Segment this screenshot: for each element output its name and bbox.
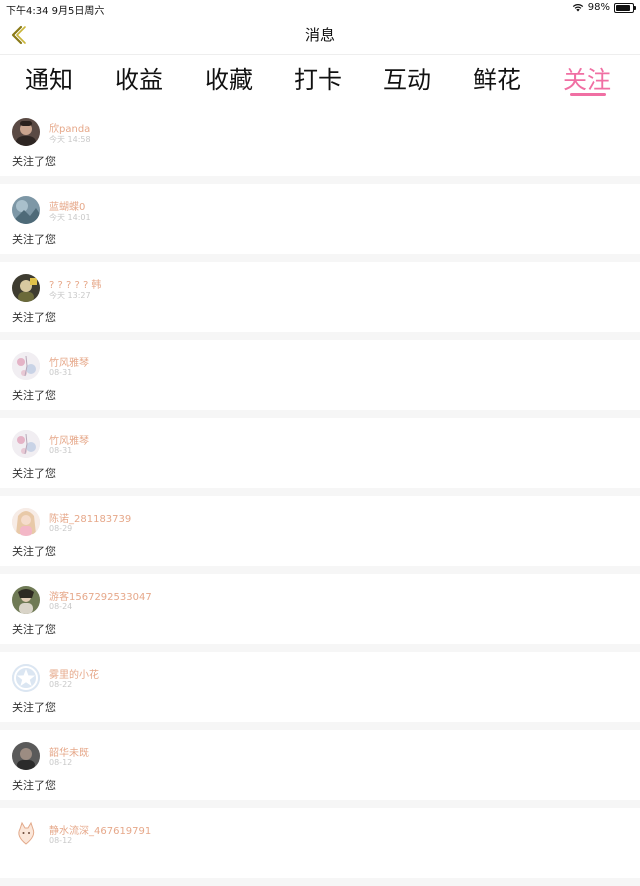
- avatar[interactable]: [12, 586, 40, 614]
- timestamp: 08-29: [49, 524, 73, 533]
- nav-bar: 消息: [0, 16, 640, 55]
- avatar[interactable]: [12, 118, 40, 146]
- status-right-group: 98%: [572, 2, 636, 13]
- activity-text: 关注了您: [12, 233, 56, 246]
- timestamp: 今天 14:58: [49, 135, 91, 144]
- timestamp: 08-12: [49, 836, 73, 845]
- avatar[interactable]: [12, 430, 40, 458]
- user-name[interactable]: 竹风雅琴: [49, 354, 89, 369]
- avatar[interactable]: [12, 742, 40, 770]
- activity-text: 关注了您: [12, 467, 56, 480]
- activity-text: 关注了您: [12, 779, 56, 792]
- activity-text: 关注了您: [12, 623, 56, 636]
- status-time-date: 下午4:34 9月5日周六: [6, 6, 105, 17]
- list-item[interactable]: 欣panda 今天 14:58 关注了您: [0, 106, 640, 184]
- tab-earnings[interactable]: 收益: [115, 60, 163, 95]
- user-name[interactable]: 雾里的小花: [49, 666, 99, 681]
- user-name[interactable]: 蓝蝴蝶0: [49, 198, 85, 213]
- activity-text: 关注了您: [12, 389, 56, 402]
- battery-level-fill: [616, 4, 630, 11]
- list-item[interactable]: 韶华未既 08-12 关注了您: [0, 730, 640, 808]
- timestamp: 08-31: [49, 368, 73, 377]
- status-bar: 下午4:34 9月5日周六 98%: [0, 0, 640, 17]
- list-item[interactable]: 竹风雅琴 08-31 关注了您: [0, 340, 640, 418]
- list-item[interactable]: 竹风雅琴 08-31 关注了您: [0, 418, 640, 496]
- list-item[interactable]: 雾里的小花 08-22 关注了您: [0, 652, 640, 730]
- list-item[interactable]: 陈诺_281183739 08-29 关注了您: [0, 496, 640, 574]
- tab-bar: 通知 收益 收藏 打卡 互动 鲜花 关注: [0, 54, 640, 100]
- tab-flowers[interactable]: 鲜花: [473, 60, 521, 95]
- activity-text: 关注了您: [12, 311, 56, 324]
- avatar[interactable]: [12, 664, 40, 692]
- list-item[interactable]: ? ? ? ? ? 韩 今天 13:27 关注了您: [0, 262, 640, 340]
- user-name[interactable]: 静水流深_467619791: [49, 822, 151, 837]
- list-item[interactable]: 静水流深_467619791 08-12: [0, 808, 640, 886]
- avatar[interactable]: [12, 196, 40, 224]
- list-item[interactable]: 蓝蝴蝶0 今天 14:01 关注了您: [0, 184, 640, 262]
- timestamp: 08-31: [49, 446, 73, 455]
- timestamp: 今天 14:01: [49, 213, 91, 222]
- page-title: 消息: [304, 26, 335, 44]
- timestamp: 08-24: [49, 602, 73, 611]
- user-name[interactable]: 陈诺_281183739: [49, 510, 131, 525]
- tab-following[interactable]: 关注: [563, 60, 611, 95]
- tab-notifications[interactable]: 通知: [25, 60, 73, 95]
- battery-icon: [614, 2, 636, 13]
- user-name[interactable]: 韶华未既: [49, 744, 89, 759]
- active-tab-indicator: [570, 93, 606, 96]
- wifi-icon: [572, 3, 583, 12]
- activity-text: 关注了您: [12, 701, 56, 714]
- timestamp: 08-12: [49, 758, 73, 767]
- follow-feed: 欣panda 今天 14:58 关注了您 蓝蝴蝶0 今天 14:01 关注了您 …: [0, 106, 640, 886]
- avatar[interactable]: [12, 820, 40, 848]
- tab-interactions[interactable]: 互动: [383, 60, 431, 95]
- avatar[interactable]: [12, 274, 40, 302]
- avatar[interactable]: [12, 352, 40, 380]
- user-name[interactable]: 欣panda: [49, 120, 90, 135]
- battery-percent: 98%: [587, 2, 610, 13]
- timestamp: 今天 13:27: [49, 291, 91, 300]
- user-name[interactable]: ? ? ? ? ? 韩: [49, 276, 101, 291]
- tab-favorites[interactable]: 收藏: [205, 60, 253, 95]
- user-name[interactable]: 竹风雅琴: [49, 432, 89, 447]
- user-name[interactable]: 游客1567292533047: [49, 588, 152, 603]
- list-item[interactable]: 游客1567292533047 08-24 关注了您: [0, 574, 640, 652]
- timestamp: 08-22: [49, 680, 73, 689]
- activity-text: 关注了您: [12, 155, 56, 168]
- activity-text: 关注了您: [12, 545, 56, 558]
- avatar[interactable]: [12, 508, 40, 536]
- tab-checkin[interactable]: 打卡: [294, 60, 342, 95]
